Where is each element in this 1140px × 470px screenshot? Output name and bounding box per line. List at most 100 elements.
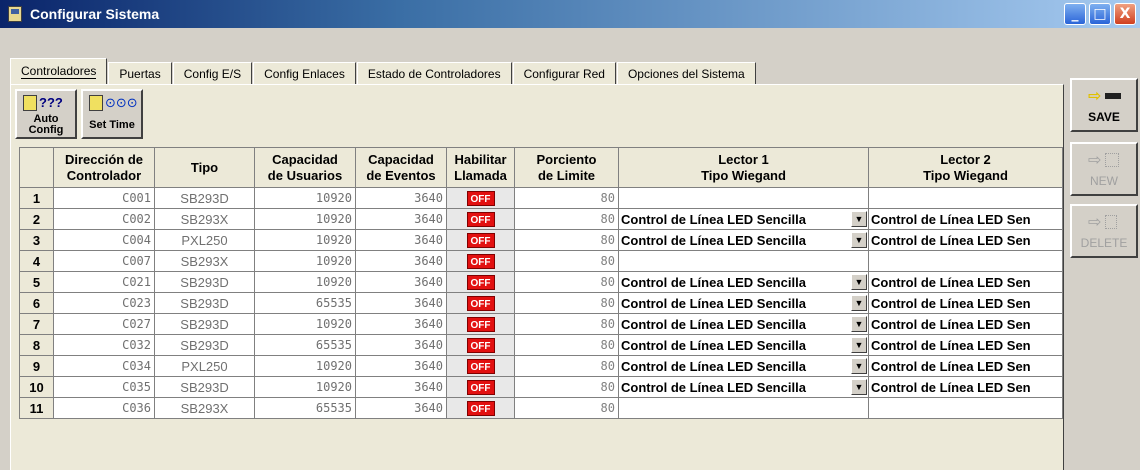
lector2-select[interactable] (868, 250, 1063, 272)
header-tipo[interactable]: Tipo (154, 147, 255, 188)
header-cap-eventos[interactable]: Capacidad de Eventos (355, 147, 447, 188)
cap-eventos-cell[interactable]: 3640 (355, 334, 447, 356)
tipo-cell[interactable]: SB293D (154, 313, 255, 335)
cap-usuarios-cell[interactable]: 10920 (254, 229, 356, 251)
controller-address-cell[interactable]: C023 (53, 292, 155, 314)
controller-address-cell[interactable]: C036 (53, 397, 155, 419)
cap-eventos-cell[interactable]: 3640 (355, 271, 447, 293)
set-time-button[interactable]: ⊙⊙⊙ Set Time (81, 89, 143, 139)
cap-usuarios-cell[interactable]: 10920 (254, 208, 356, 230)
tab-controladores[interactable]: Controladores (10, 58, 108, 84)
header-porciento-limite[interactable]: Porciento de Limite (514, 147, 619, 188)
table-row[interactable]: 11 C036 SB293X 65535 3640 OFF 80 (19, 397, 1063, 419)
tipo-cell[interactable]: PXL250 (154, 355, 255, 377)
header-habilitar-llamada[interactable]: Habilitar Llamada (446, 147, 515, 188)
tab-estado-controladores[interactable]: Estado de Controladores (356, 62, 512, 84)
cap-eventos-cell[interactable]: 3640 (355, 355, 447, 377)
cap-eventos-cell[interactable]: 3640 (355, 187, 447, 209)
porciento-limite-cell[interactable]: 80 (514, 376, 619, 398)
lector2-select[interactable]: Control de Línea LED Sen (868, 229, 1063, 251)
row-number[interactable]: 3 (19, 229, 54, 251)
porciento-limite-cell[interactable]: 80 (514, 292, 619, 314)
habilitar-llamada-cell[interactable]: OFF (446, 292, 515, 314)
lector2-select[interactable] (868, 187, 1063, 209)
row-number[interactable]: 10 (19, 376, 54, 398)
cap-eventos-cell[interactable]: 3640 (355, 250, 447, 272)
tab-config-enlaces[interactable]: Config Enlaces (253, 62, 356, 84)
porciento-limite-cell[interactable]: 80 (514, 250, 619, 272)
table-row[interactable]: 9 C034 PXL250 10920 3640 OFF 80 Control de Líne… (19, 355, 1063, 377)
cap-eventos-cell[interactable]: 3640 (355, 208, 447, 230)
controller-address-cell[interactable]: C007 (53, 250, 155, 272)
habilitar-llamada-cell[interactable]: OFF (446, 187, 515, 209)
habilitar-llamada-cell[interactable]: OFF (446, 271, 515, 293)
cap-eventos-cell[interactable]: 3640 (355, 397, 447, 419)
lector2-select[interactable]: Control de Línea LED Sen (868, 376, 1063, 398)
controller-address-cell[interactable]: C004 (53, 229, 155, 251)
header-cap-usuarios[interactable]: Capacidad de Usuarios (254, 147, 356, 188)
new-button[interactable]: ⇨ NEW (1070, 142, 1138, 196)
table-row[interactable]: 5 C021 SB293D 10920 3640 OFF 80 Control de Líne… (19, 271, 1063, 293)
habilitar-llamada-cell[interactable]: OFF (446, 355, 515, 377)
row-number[interactable]: 6 (19, 292, 54, 314)
row-number[interactable]: 9 (19, 355, 54, 377)
delete-button[interactable]: ⇨ DELETE (1070, 204, 1138, 258)
title-bar[interactable]: Configurar Sistema _ □ X (0, 0, 1140, 28)
table-row[interactable]: 4 C007 SB293X 10920 3640 OFF 80 (19, 250, 1063, 272)
minimize-button[interactable]: _ (1064, 3, 1086, 25)
chevron-down-icon[interactable]: ▼ (851, 211, 867, 227)
lector2-select[interactable]: Control de Línea LED Sen (868, 271, 1063, 293)
lector1-select[interactable]: Control de Línea LED Sencilla ▼ (618, 355, 869, 377)
maximize-button[interactable]: □ (1089, 3, 1111, 25)
cap-usuarios-cell[interactable]: 65535 (254, 397, 356, 419)
off-toggle[interactable]: OFF (466, 233, 495, 249)
tipo-cell[interactable]: SB293D (154, 334, 255, 356)
row-number[interactable]: 1 (19, 187, 54, 209)
lector1-select[interactable] (618, 250, 869, 272)
lector1-select[interactable]: Control de Línea LED Sencilla ▼ (618, 271, 869, 293)
lector1-select[interactable]: Control de Línea LED Sencilla ▼ (618, 334, 869, 356)
tipo-cell[interactable]: SB293D (154, 271, 255, 293)
close-button[interactable]: X (1114, 3, 1136, 25)
chevron-down-icon[interactable]: ▼ (851, 274, 867, 290)
habilitar-llamada-cell[interactable]: OFF (446, 313, 515, 335)
porciento-limite-cell[interactable]: 80 (514, 355, 619, 377)
controller-address-cell[interactable]: C035 (53, 376, 155, 398)
tipo-cell[interactable]: SB293D (154, 376, 255, 398)
cap-usuarios-cell[interactable]: 10920 (254, 376, 356, 398)
tipo-cell[interactable]: SB293X (154, 397, 255, 419)
lector1-select[interactable] (618, 187, 869, 209)
controller-address-cell[interactable]: C002 (53, 208, 155, 230)
table-row[interactable]: 8 C032 SB293D 65535 3640 OFF 80 Control de Líne… (19, 334, 1063, 356)
row-number[interactable]: 11 (19, 397, 54, 419)
habilitar-llamada-cell[interactable]: OFF (446, 397, 515, 419)
chevron-down-icon[interactable]: ▼ (851, 232, 867, 248)
cap-eventos-cell[interactable]: 3640 (355, 313, 447, 335)
table-row[interactable]: 3 C004 PXL250 10920 3640 OFF 80 Control de Líne… (19, 229, 1063, 251)
porciento-limite-cell[interactable]: 80 (514, 229, 619, 251)
table-row[interactable]: 1 C001 SB293D 10920 3640 OFF 80 (19, 187, 1063, 209)
lector1-select[interactable]: Control de Línea LED Sencilla ▼ (618, 292, 869, 314)
tipo-cell[interactable]: SB293X (154, 250, 255, 272)
table-row[interactable]: 2 C002 SB293X 10920 3640 OFF 80 Control de Líne… (19, 208, 1063, 230)
lector2-select[interactable]: Control de Línea LED Sen (868, 313, 1063, 335)
header-lector1[interactable]: Lector 1 Tipo Wiegand (618, 147, 869, 188)
habilitar-llamada-cell[interactable]: OFF (446, 376, 515, 398)
off-toggle[interactable]: OFF (466, 359, 495, 375)
row-number[interactable]: 5 (19, 271, 54, 293)
tab-configurar-red[interactable]: Configurar Red (512, 62, 616, 84)
porciento-limite-cell[interactable]: 80 (514, 313, 619, 335)
lector1-select[interactable]: Control de Línea LED Sencilla ▼ (618, 229, 869, 251)
lector1-select[interactable] (618, 397, 869, 419)
cap-eventos-cell[interactable]: 3640 (355, 376, 447, 398)
habilitar-llamada-cell[interactable]: OFF (446, 229, 515, 251)
table-row[interactable]: 10 C035 SB293D 10920 3640 OFF 80 Control de Lín… (19, 376, 1063, 398)
tab-config-es[interactable]: Config E/S (172, 62, 253, 84)
controller-address-cell[interactable]: C027 (53, 313, 155, 335)
off-toggle[interactable]: OFF (466, 296, 495, 312)
lector2-select[interactable]: Control de Línea LED Sen (868, 334, 1063, 356)
header-direccion[interactable]: Dirección de Controlador (53, 147, 155, 188)
off-toggle[interactable]: OFF (466, 191, 495, 207)
chevron-down-icon[interactable]: ▼ (851, 316, 867, 332)
row-number[interactable]: 4 (19, 250, 54, 272)
